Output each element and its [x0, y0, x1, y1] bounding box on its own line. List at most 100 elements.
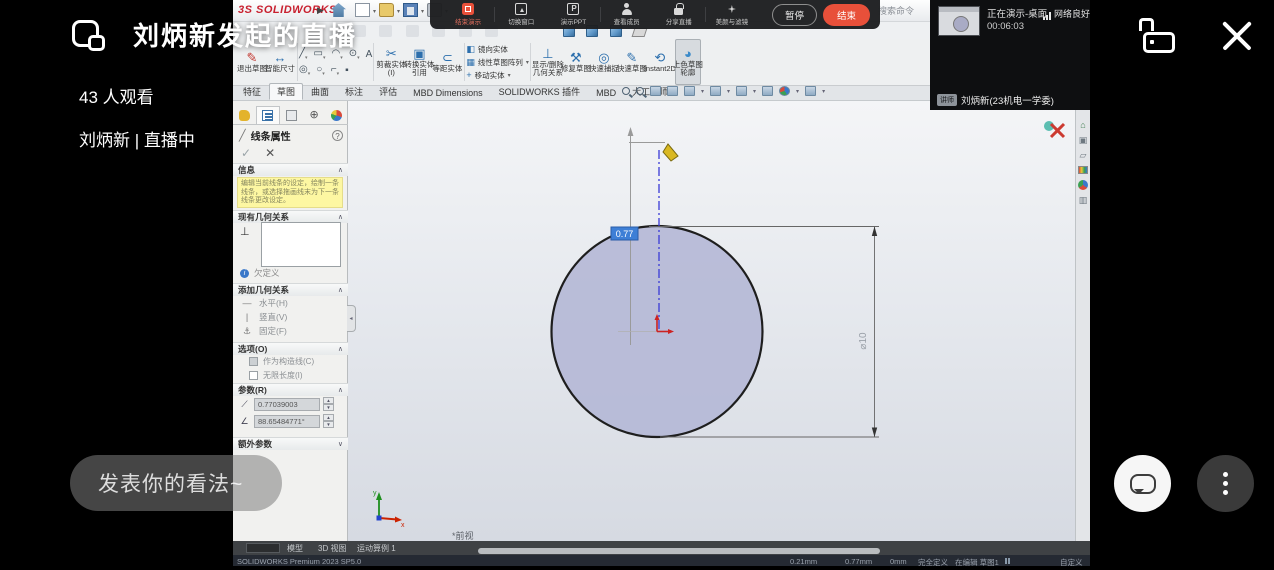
ok-button[interactable]: ✓ [241, 146, 251, 160]
text-tool-icon[interactable]: A [366, 49, 373, 60]
tab-3d-views[interactable]: 3D 视图 [318, 543, 346, 554]
repair-sketch-button[interactable]: ⚒ 修复草图 [563, 39, 589, 85]
tab-evaluate[interactable]: 评估 [371, 83, 405, 100]
angle-stepper[interactable]: ▲▼ [323, 414, 334, 428]
new-document-icon[interactable]: ▾ [355, 3, 370, 17]
pause-share-button[interactable]: 暂停 [772, 4, 817, 26]
tab-mbd[interactable]: MBD [588, 86, 624, 100]
view-settings-icon[interactable] [805, 86, 816, 96]
tab-mbd-dimensions[interactable]: MBD Dimensions [405, 86, 491, 100]
section-parameters[interactable]: 参数(R)∧ [233, 383, 348, 396]
editing-state: 在编辑 草图1 [955, 557, 999, 567]
edit-appearance-icon[interactable] [762, 86, 773, 96]
customize-menu[interactable]: 自定义 [1060, 557, 1083, 567]
shaded-sketch-contours-button[interactable]: ◕ 上色草图轮廓 [675, 39, 701, 85]
ellipse-tool-icon[interactable]: ○▾ [316, 64, 325, 77]
mirror-entities-button[interactable]: ◧ 镜向实体 [466, 44, 529, 55]
appearances-palette-icon[interactable] [1078, 166, 1088, 174]
cancel-button[interactable]: ✕ [265, 146, 275, 160]
construction-checkbox[interactable] [249, 357, 258, 366]
angle-input[interactable]: 88.65484771° [254, 415, 320, 428]
view-orientation-icon[interactable] [684, 86, 695, 96]
switch-window-button[interactable]: 切换窗口 [495, 3, 547, 26]
option-construction-line[interactable]: 作为构造线(C) [249, 356, 314, 367]
tab-dimensions[interactable]: ⊕ [303, 106, 326, 124]
custom-properties-icon[interactable]: ▥ [1079, 196, 1088, 205]
hide-show-items-icon[interactable] [736, 86, 747, 96]
relation-vertical[interactable]: |竖直(V) [241, 311, 287, 323]
home-icon[interactable]: ⌂ [1080, 121, 1085, 130]
tab-appearance[interactable] [325, 106, 348, 124]
home-icon[interactable] [331, 3, 346, 17]
view-members-button[interactable]: 查看成员 [600, 3, 652, 26]
command-search-hint[interactable]: 搜索命令 [878, 4, 914, 17]
comment-input[interactable]: 发表你的看法~ [70, 455, 282, 511]
menu-expand-arrow[interactable]: ▶ [317, 5, 324, 16]
trim-entities-button[interactable]: ✂ 剪裁实体(I) [378, 39, 404, 85]
diameter-dim-label[interactable]: ⌀10 [858, 332, 869, 350]
tab-sketch[interactable]: 草图 [269, 83, 303, 100]
tab-surfaces[interactable]: 曲面 [303, 83, 337, 100]
existing-relations-listbox[interactable] [261, 222, 341, 267]
length-input[interactable]: 0.77039003 [254, 398, 320, 411]
offset-entities-button[interactable]: ⊂ 等距实体 [434, 39, 460, 85]
definition-status: i 欠定义 [240, 267, 280, 279]
convert-entities-button[interactable]: ▣ 转换实体引用 [406, 39, 432, 85]
quick-snaps-button[interactable]: ◎ 快速捕捉 [591, 39, 617, 85]
rotation-lock-icon[interactable] [1138, 17, 1182, 57]
tab-annotate[interactable]: 标注 [337, 83, 371, 100]
instant2d-button[interactable]: ⟲ Instant2D [647, 39, 673, 85]
section-view-icon[interactable] [667, 86, 678, 96]
tab-addins[interactable]: SOLIDWORKS 插件 [491, 83, 589, 100]
section-info[interactable]: 信息∧ [233, 163, 348, 176]
graphics-viewport[interactable]: 0.77 ⌀10 [348, 101, 1075, 541]
open-document-icon[interactable]: ▾ [379, 3, 394, 17]
tab-motion-study[interactable]: 运动算例 1 [357, 543, 396, 554]
selected-document-tab[interactable] [246, 543, 280, 553]
apply-scene-icon[interactable] [779, 86, 790, 96]
panel-splitter-handle[interactable]: ◂ [347, 305, 356, 332]
rapid-sketch-button[interactable]: ✎ 快速草图 [619, 39, 645, 85]
help-icon[interactable]: ? [332, 130, 343, 141]
desktop-preview-thumbnail[interactable] [938, 6, 980, 36]
tab-dimxpert[interactable] [233, 106, 256, 124]
screen-cast-icon[interactable] [72, 17, 112, 55]
display-style-icon[interactable] [710, 86, 721, 96]
move-entities-icon: + [466, 70, 471, 80]
relation-horizontal[interactable]: —水平(H) [241, 297, 288, 309]
section-options[interactable]: 选项(O)∧ [233, 342, 348, 355]
infinite-length-checkbox[interactable] [249, 371, 258, 380]
tab-propertymanager[interactable] [256, 106, 281, 124]
present-ppt-button[interactable]: 演示PPT [547, 3, 599, 26]
relation-fix[interactable]: ⚓固定(F) [241, 325, 287, 337]
end-share-button[interactable]: 结束 [823, 4, 870, 26]
section-extra-parameters[interactable]: 额外参数∨ [233, 437, 348, 450]
close-button[interactable] [1218, 20, 1254, 53]
scenes-icon[interactable] [1078, 180, 1088, 190]
more-options-button[interactable] [1197, 455, 1254, 512]
zoom-area-icon[interactable] [636, 87, 644, 95]
point-tool-icon[interactable]: ▪ [345, 65, 349, 76]
zoom-fit-icon[interactable] [622, 87, 630, 95]
option-infinite-length[interactable]: 无限长度(I) [249, 370, 303, 381]
tab-configurations[interactable] [280, 106, 303, 124]
tab-model[interactable]: 模型 [287, 543, 303, 554]
linear-pattern-button[interactable]: ▦ 线性草图阵列 ▾ [466, 57, 529, 68]
length-stepper[interactable]: ▲▼ [323, 397, 334, 411]
eraser-icon[interactable] [632, 28, 648, 37]
move-entities-button[interactable]: + 移动实体 ▾ [466, 70, 529, 81]
section-add-relations[interactable]: 添加几何关系∧ [233, 283, 348, 296]
display-relations-button[interactable]: ⊥ 显示/删除几何关系 [535, 39, 561, 85]
slot-tool-icon[interactable]: ◎▾ [299, 64, 310, 77]
file-explorer-icon[interactable]: ▱ [1080, 151, 1087, 160]
design-library-icon[interactable]: ▣ [1079, 136, 1088, 145]
previous-view-icon[interactable] [650, 86, 661, 96]
save-icon[interactable]: ▾ [403, 3, 418, 17]
horizontal-scrollbar[interactable] [478, 548, 880, 554]
end-presentation-button[interactable]: 结束演示 [442, 3, 494, 26]
share-live-button[interactable]: 分享直播 [653, 3, 705, 26]
fillet-tool-icon[interactable]: ⌐▾ [331, 64, 339, 77]
beauty-filter-button[interactable]: 美颜与滤镜 [706, 3, 758, 26]
chat-button[interactable] [1114, 455, 1171, 512]
tab-features[interactable]: 特征 [235, 83, 269, 100]
